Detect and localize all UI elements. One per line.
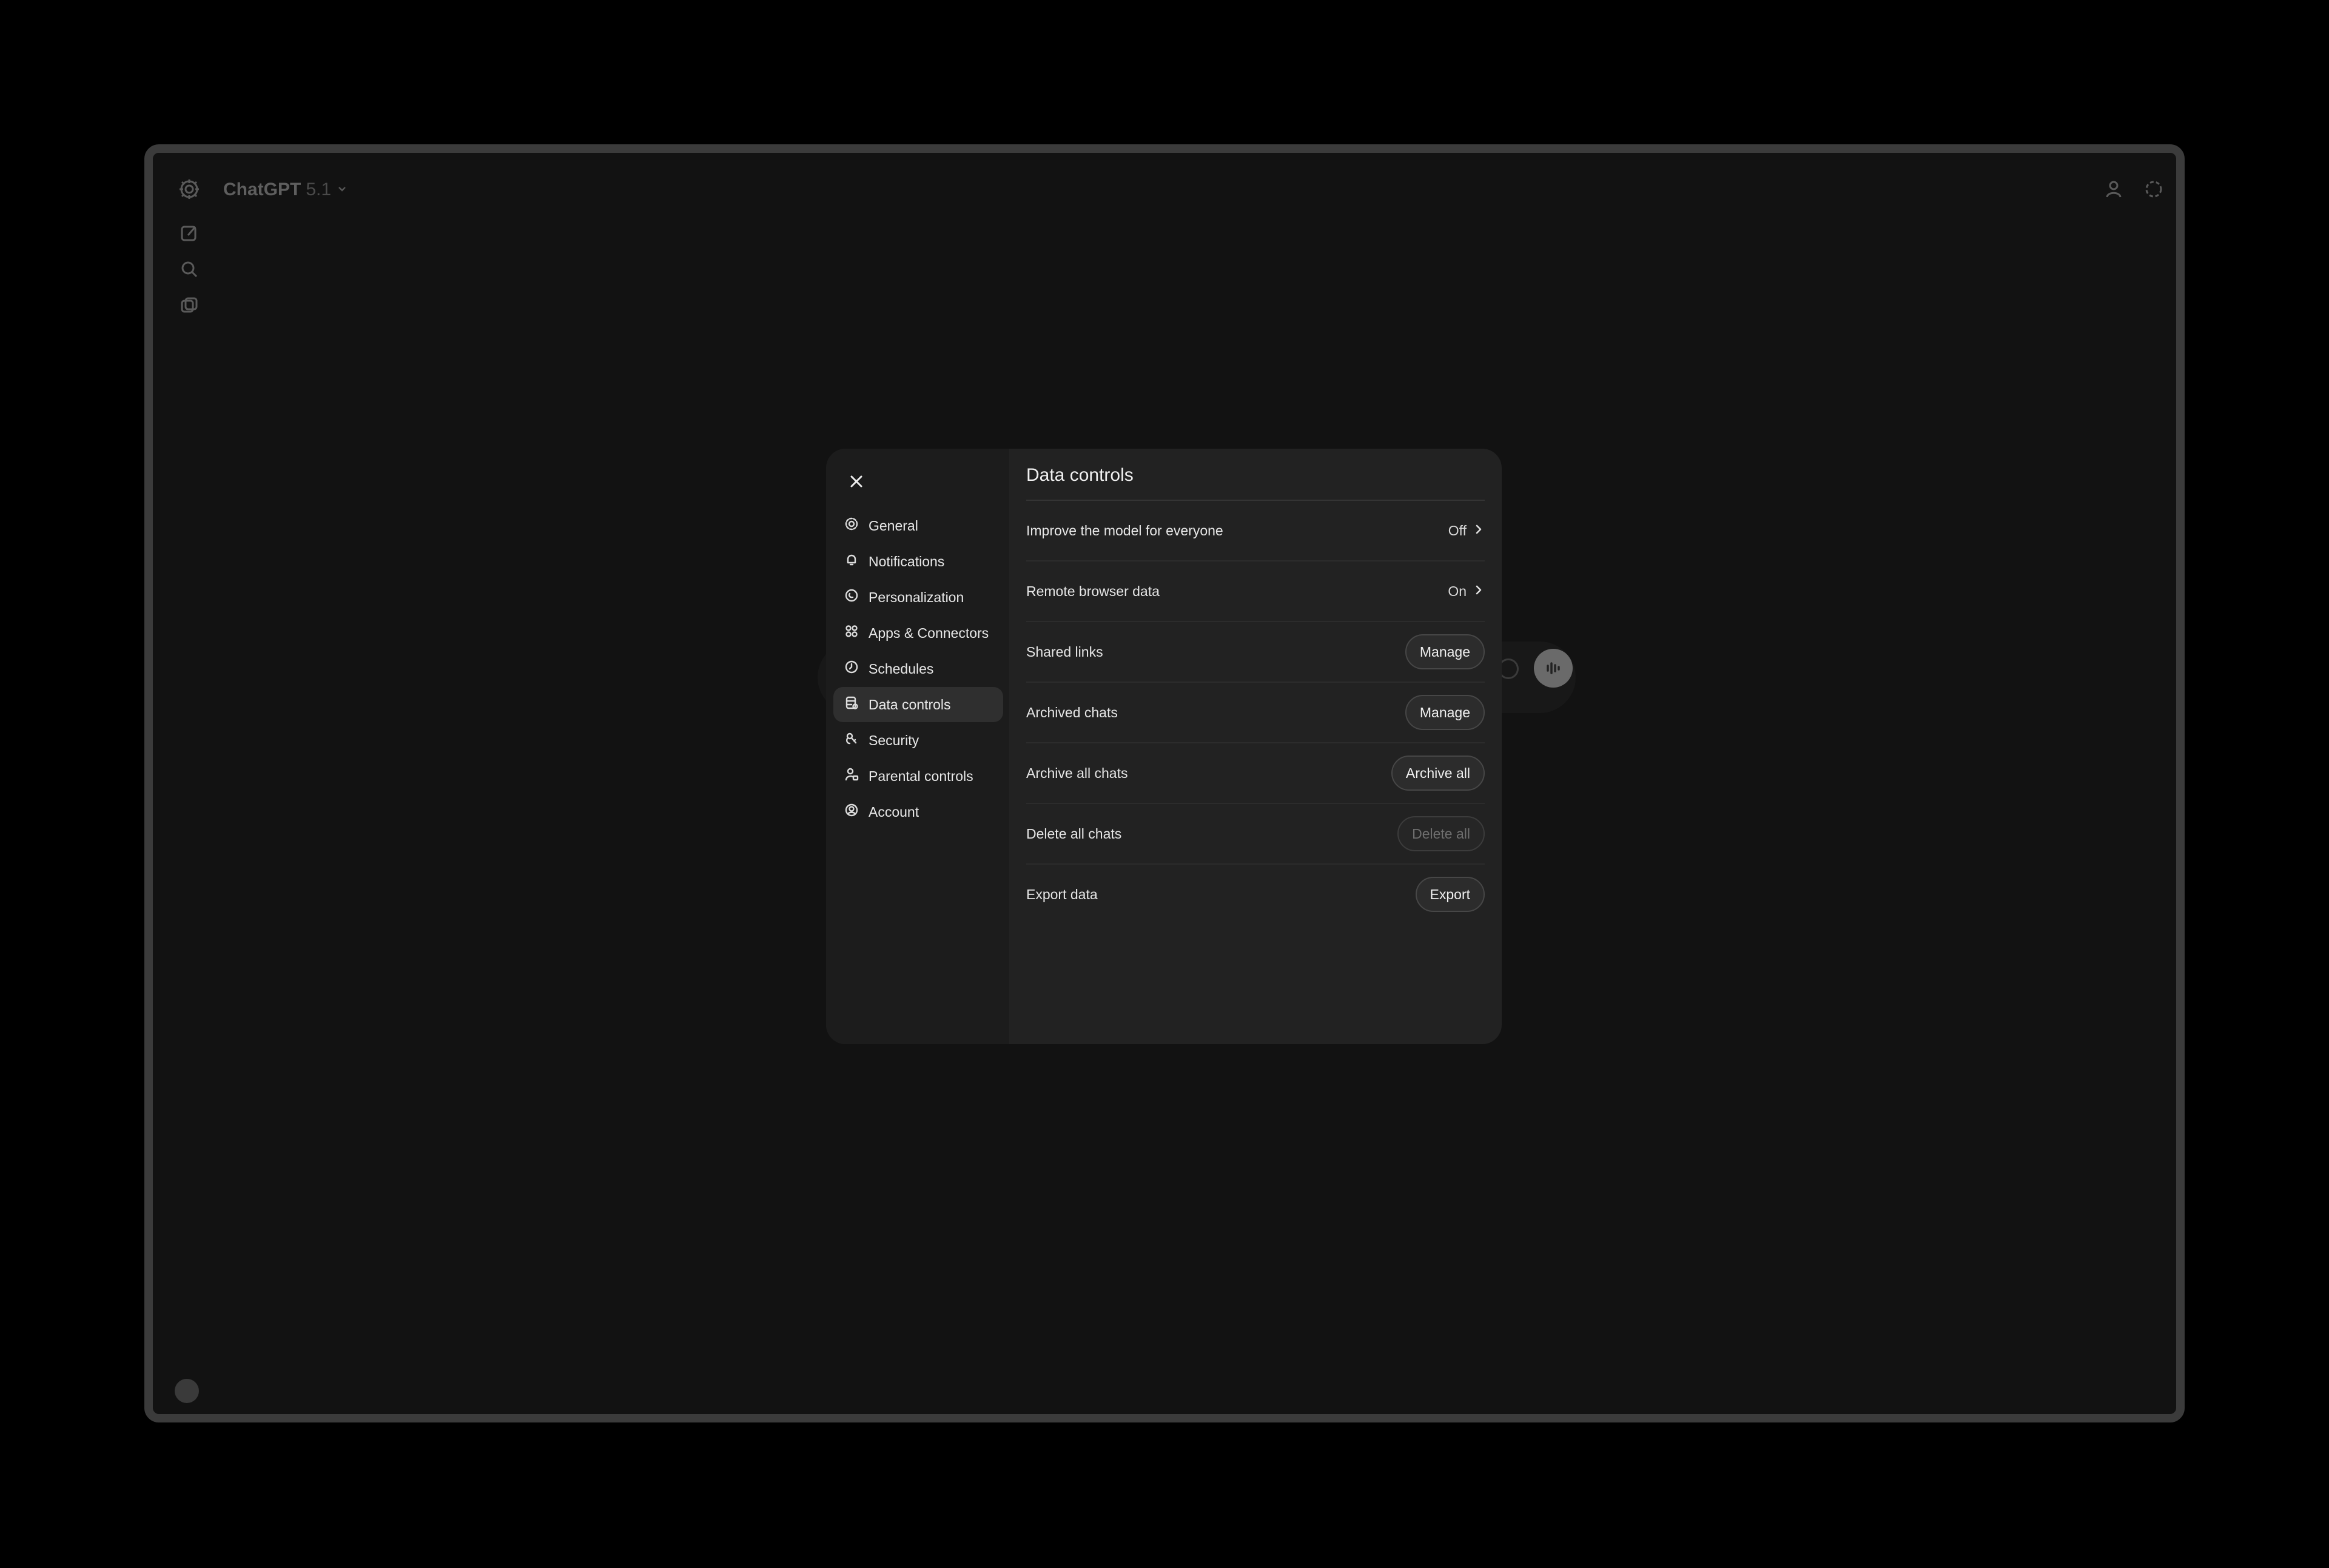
settings-nav-label: Security — [869, 732, 919, 748]
settings-nav-label: Parental controls — [869, 768, 973, 784]
setting-row-archive-all-chats: Archive all chats Archive all — [1026, 743, 1485, 804]
settings-nav-item-security[interactable]: Security — [833, 723, 1003, 758]
setting-label: Export data — [1026, 886, 1098, 902]
settings-panel: Data controls Improve the model for ever… — [1009, 449, 1502, 1044]
account-icon — [843, 802, 860, 822]
setting-label: Remote browser data — [1026, 583, 1160, 599]
chevron-down-icon — [336, 179, 348, 200]
setting-row-archived-chats: Archived chats Manage — [1026, 683, 1485, 743]
archived-button[interactable]: Manage — [1405, 695, 1485, 730]
temporary-chat-icon[interactable] — [2142, 177, 2166, 201]
settings-nav-label: Account — [869, 803, 919, 820]
settings-nav-label: Notifications — [869, 553, 945, 569]
shared-button[interactable]: Manage — [1405, 634, 1485, 669]
settings-nav-item-apps-connectors[interactable]: Apps & Connectors — [833, 615, 1003, 651]
setting-row-remote-browser-data[interactable]: Remote browser data On — [1026, 561, 1485, 622]
archive-all-button[interactable]: Archive all — [1391, 756, 1485, 791]
setting-row-shared-links: Shared links Manage — [1026, 622, 1485, 683]
search-icon[interactable] — [177, 257, 201, 281]
setting-row-improve-the-model-for-everyone[interactable]: Improve the model for everyone Off — [1026, 501, 1485, 561]
settings-nav-label: Schedules — [869, 660, 934, 677]
model-switcher[interactable]: ChatGPT 5.1 — [223, 175, 348, 205]
clock-icon — [843, 658, 860, 679]
settings-nav-label: Data controls — [869, 696, 951, 712]
person-icon[interactable] — [2102, 177, 2126, 201]
voice-mode-button[interactable] — [1534, 649, 1573, 688]
panel-title: Data controls — [1026, 449, 1485, 501]
settings-nav-item-personalization[interactable]: Personalization — [833, 580, 1003, 615]
model-name: ChatGPT — [223, 179, 301, 199]
settings-nav-item-data-controls[interactable]: Data controls — [833, 687, 1003, 722]
chevron-right-icon — [1473, 523, 1485, 539]
database-icon — [843, 694, 860, 715]
setting-row-delete-all-chats: Delete all chats Delete all — [1026, 804, 1485, 865]
setting-label: Archived chats — [1026, 704, 1118, 720]
setting-value-text: Off — [1448, 522, 1467, 538]
settings-nav-label: Personalization — [869, 589, 964, 605]
setting-row-export-data: Export data Export — [1026, 865, 1485, 924]
setting-value: On — [1448, 583, 1485, 600]
bell-icon — [843, 551, 860, 572]
setting-label: Delete all chats — [1026, 825, 1122, 842]
settings-nav-list: General Notifications Personalization Apps … — [833, 508, 1003, 830]
setting-value-text: On — [1448, 583, 1467, 599]
setting-value: Off — [1448, 523, 1485, 539]
close-icon[interactable] — [843, 468, 870, 495]
setting-label: Archive all chats — [1026, 765, 1128, 781]
settings-nav-label: General — [869, 517, 918, 534]
settings-nav-label: Apps & Connectors — [869, 625, 989, 641]
settings-modal: General Notifications Personalization Apps … — [826, 449, 1502, 1044]
setting-label: Improve the model for everyone — [1026, 522, 1223, 538]
library-icon[interactable] — [177, 293, 201, 318]
personalization-icon — [843, 587, 860, 608]
settings-nav-item-notifications[interactable]: Notifications — [833, 544, 1003, 579]
export-button[interactable]: Export — [1415, 877, 1485, 912]
settings-rows: Improve the model for everyone Off Remote … — [1026, 501, 1485, 924]
new-chat-icon[interactable] — [177, 221, 201, 245]
chevron-right-icon — [1473, 583, 1485, 600]
settings-nav-item-schedules[interactable]: Schedules — [833, 651, 1003, 686]
model-version: 5.1 — [306, 179, 332, 199]
settings-nav-item-account[interactable]: Account — [833, 794, 1003, 829]
delete-all-button: Delete all — [1397, 816, 1485, 851]
settings-nav-item-general[interactable]: General — [833, 508, 1003, 543]
settings-nav: General Notifications Personalization Apps … — [826, 449, 1009, 1044]
parental-icon — [843, 766, 860, 786]
openai-logo-icon[interactable] — [175, 175, 204, 204]
security-icon — [843, 730, 860, 751]
apps-icon — [843, 623, 860, 643]
avatar[interactable] — [175, 1379, 199, 1403]
gear-icon — [843, 515, 860, 536]
setting-label: Shared links — [1026, 643, 1103, 660]
settings-nav-item-parental-controls[interactable]: Parental controls — [833, 759, 1003, 794]
